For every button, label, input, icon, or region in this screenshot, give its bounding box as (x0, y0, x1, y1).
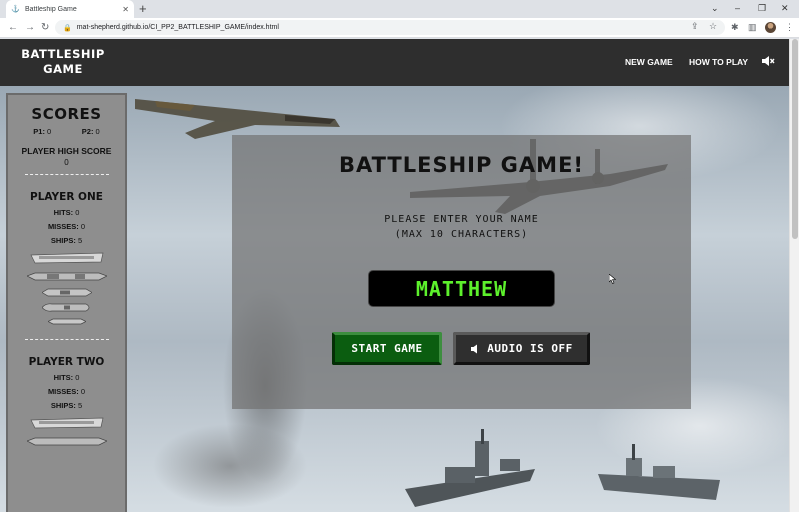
ships-label: SHIPS: (50, 236, 76, 245)
hits-label: HITS: (53, 373, 74, 382)
prompt-line-1: PLEASE ENTER YOUR NAME (384, 214, 539, 225)
browser-tab[interactable]: ⚓ Battleship Game ✕ (6, 0, 134, 18)
player-name-input[interactable] (368, 270, 555, 307)
player-one-title: PLAYER ONE (30, 191, 103, 203)
browser-toolbar: ← → ↻ 🔒 mat-shepherd.github.io/CI_PP2_BA… (0, 18, 799, 38)
battleship-icon (26, 272, 107, 281)
page-viewport: BATTLESHIP GAME NEW GAME HOW TO PLAY SCO… (0, 39, 789, 512)
lock-icon: 🔒 (63, 24, 72, 32)
player-two-fleet (8, 416, 125, 447)
p1-label: P1: (33, 127, 45, 136)
player-two-ships: SHIPS: 5 (8, 401, 125, 410)
browser-tabstrip: ⚓ Battleship Game ✕ + ⌄ – ❐ ✕ (0, 0, 799, 18)
page-scrollbar[interactable] (789, 39, 799, 512)
p2-score: P2: 0 (82, 127, 100, 136)
misses-value: 0 (80, 387, 86, 396)
url-text: mat-shepherd.github.io/CI_PP2_BATTLESHIP… (76, 24, 279, 31)
player-two-hits: HITS: 0 (8, 373, 125, 382)
scores-sidebar: SCORES P1: 0 P2: 0 PLAYER HIGH SCORE 0 P… (6, 93, 127, 512)
carrier-ship-icon (29, 417, 103, 429)
share-icon[interactable]: ⇪ (691, 21, 699, 32)
site-navbar: BATTLESHIP GAME NEW GAME HOW TO PLAY (0, 39, 789, 86)
how-to-play-link[interactable]: HOW TO PLAY (689, 57, 748, 67)
address-bar[interactable]: 🔒 mat-shepherd.github.io/CI_PP2_BATTLESH… (55, 20, 725, 35)
modal-title: BATTLESHIP GAME! (338, 153, 584, 177)
player-one-fleet (8, 251, 125, 325)
misses-value: 0 (80, 222, 86, 231)
back-icon[interactable]: ← (8, 21, 18, 34)
misses-label: MISSES: (47, 387, 79, 396)
extensions-icon[interactable]: ✱ (731, 21, 739, 33)
audio-button-label: AUDIO IS OFF (487, 342, 573, 355)
mouse-cursor-icon (609, 274, 616, 284)
name-prompt: PLEASE ENTER YOUR NAME (MAX 10 CHARACTER… (232, 212, 691, 242)
carrier-ship-icon (29, 252, 103, 264)
p2-value: 0 (95, 127, 100, 136)
p1-value: 0 (47, 127, 52, 136)
close-tab-icon[interactable]: ✕ (122, 5, 129, 14)
side-panel-icon[interactable]: ▥ (748, 21, 757, 33)
divider (24, 174, 109, 175)
site-logo[interactable]: BATTLESHIP GAME (14, 47, 112, 77)
p1-score: P1: 0 (33, 127, 51, 136)
reload-icon[interactable]: ↻ (41, 21, 49, 34)
player-one-ships: SHIPS: 5 (8, 236, 125, 245)
new-tab-icon[interactable]: + (139, 2, 147, 16)
hits-value: 0 (75, 208, 80, 217)
score-row: P1: 0 P2: 0 (8, 127, 125, 136)
forward-icon[interactable]: → (25, 21, 35, 34)
audio-toggle-button[interactable]: AUDIO IS OFF (453, 332, 590, 365)
high-score-label: PLAYER HIGH SCORE (21, 146, 112, 156)
restore-icon[interactable]: ❐ (758, 2, 766, 14)
tab-title: Battleship Game (25, 5, 77, 13)
cruiser-icon (41, 288, 92, 297)
scrollbar-thumb[interactable] (792, 39, 798, 239)
menu-kebab-icon[interactable]: ⋮ (785, 21, 794, 33)
hits-value: 0 (75, 373, 80, 382)
brand-line-2: GAME (43, 62, 83, 76)
start-game-button[interactable]: START GAME (332, 332, 442, 365)
submarine-icon (41, 303, 89, 312)
misses-label: MISSES: (47, 222, 79, 231)
destroyer-icon (47, 318, 86, 325)
warship-right-image (598, 444, 720, 500)
prompt-line-2: (MAX 10 CHARACTERS) (394, 229, 529, 240)
ships-value: 5 (77, 236, 83, 245)
new-game-link[interactable]: NEW GAME (625, 57, 673, 67)
speaker-icon (471, 344, 478, 353)
high-score-value: 0 (64, 158, 69, 167)
warship-left-image (405, 429, 535, 507)
brand-line-1: BATTLESHIP (21, 47, 105, 61)
ship-favicon-icon: ⚓ (11, 6, 20, 13)
divider (24, 339, 109, 340)
player-one-hits: HITS: 0 (8, 208, 125, 217)
ships-label: SHIPS: (50, 401, 76, 410)
tab-search-icon[interactable]: ⌄ (711, 2, 719, 14)
scores-title: SCORES (31, 105, 102, 123)
player-one-misses: MISSES: 0 (8, 222, 125, 231)
hits-label: HITS: (53, 208, 74, 217)
player-two-title: PLAYER TWO (28, 356, 105, 368)
player-two-misses: MISSES: 0 (8, 387, 125, 396)
close-window-icon[interactable]: ✕ (781, 2, 789, 14)
welcome-modal: BATTLESHIP GAME! PLEASE ENTER YOUR NAME … (232, 135, 691, 409)
profile-avatar[interactable] (765, 22, 776, 33)
bookmark-star-icon[interactable]: ☆ (709, 21, 717, 32)
p2-label: P2: (81, 127, 94, 136)
speaker-mute-icon[interactable] (761, 55, 775, 67)
ships-value: 5 (77, 401, 83, 410)
battleship-icon (26, 437, 107, 446)
minimize-icon[interactable]: – (735, 2, 740, 14)
